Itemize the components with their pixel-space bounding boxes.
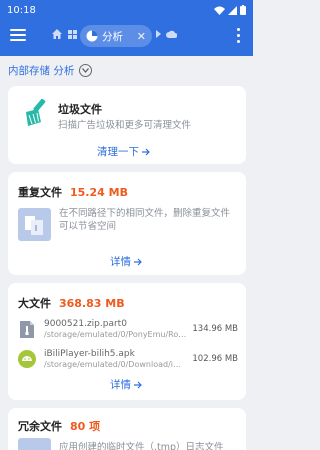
cloud-icon[interactable] <box>166 30 177 38</box>
file-size: 134.96 MB <box>192 324 238 334</box>
broom-icon <box>26 98 46 126</box>
close-icon[interactable]: ✕ <box>137 31 146 42</box>
more-vert-icon[interactable] <box>237 28 241 46</box>
file-path: /storage/emulated/0/Download/iBili... <box>44 360 187 369</box>
redundant-files-card: 冗余文件 80 项 应用创建的临时文件（.tmp）日志文件 <box>8 408 246 450</box>
status-bar: 10:18 <box>0 0 253 20</box>
redundant-files-count: 80 项 <box>70 420 101 433</box>
tab-analysis[interactable]: 分析 ✕ <box>80 25 152 47</box>
large-files-card: 大文件 368.83 MB 9000521.zip.part0 /storage… <box>8 283 246 400</box>
duplicate-files-title: 重复文件 <box>18 186 62 199</box>
clean-now-label: 清理一下 <box>97 146 139 158</box>
large-files-details-button[interactable]: 详情 <box>110 377 142 392</box>
redundant-files-description: 应用创建的临时文件（.tmp）日志文件 <box>59 442 224 450</box>
redundant-files-icon <box>18 438 51 450</box>
clean-now-button[interactable]: 清理一下 <box>97 144 150 159</box>
redundant-files-header: 冗余文件 80 项 <box>18 418 100 434</box>
tab-label: 分析 <box>102 30 123 43</box>
duplicate-files-header: 重复文件 15.24 MB <box>18 184 128 200</box>
duplicate-files-card: 重复文件 15.24 MB 在不同路径下的相同文件，删除重复文件可以节省空间 详… <box>8 172 246 275</box>
breadcrumb-trail <box>156 30 177 38</box>
large-files-header: 大文件 368.83 MB <box>18 295 125 311</box>
battery-icon <box>240 5 246 15</box>
wifi-icon <box>214 6 225 15</box>
status-time: 10:18 <box>7 4 36 16</box>
chevron-down-icon[interactable] <box>79 63 93 77</box>
junk-files-title: 垃圾文件 <box>58 103 102 116</box>
file-name: iBiliPlayer-bilih5.apk <box>44 349 135 359</box>
breadcrumb <box>52 29 77 39</box>
duplicate-files-size: 15.24 MB <box>70 186 128 199</box>
junk-files-card: 垃圾文件 扫描广告垃圾和更多可清理文件 清理一下 <box>8 86 246 164</box>
duplicate-files-icon <box>18 208 51 241</box>
list-item[interactable]: iBiliPlayer-bilih5.apk /storage/emulated… <box>18 345 238 373</box>
status-icons <box>214 5 246 15</box>
file-path: /storage/emulated/0/PonyEmu/Rom... <box>44 330 187 339</box>
junk-files-description: 扫描广告垃圾和更多可清理文件 <box>58 120 192 131</box>
duplicate-details-button[interactable]: 详情 <box>110 254 142 269</box>
grid-icon[interactable] <box>68 29 77 39</box>
list-item[interactable]: 9000521.zip.part0 /storage/emulated/0/Po… <box>18 315 238 343</box>
menu-icon[interactable] <box>10 29 26 43</box>
file-info: iBiliPlayer-bilih5.apk /storage/emulated… <box>44 349 186 369</box>
home-icon[interactable] <box>52 29 62 39</box>
signal-icon <box>228 5 237 15</box>
storage-location-selector[interactable]: 内部存储 分析 <box>8 62 93 78</box>
location-label: 内部存储 分析 <box>8 64 75 77</box>
archive-file-icon <box>18 320 36 338</box>
file-name: 9000521.zip.part0 <box>44 319 127 329</box>
app-bar: 10:18 分析 ✕ <box>0 0 253 56</box>
large-files-title: 大文件 <box>18 297 51 310</box>
arrow-right-icon <box>134 258 142 265</box>
large-files-details-label: 详情 <box>110 379 131 391</box>
chevron-right-icon <box>156 30 161 38</box>
file-info: 9000521.zip.part0 /storage/emulated/0/Po… <box>44 319 186 339</box>
toolbar: 分析 ✕ <box>0 20 253 54</box>
arrow-right-icon <box>142 148 150 155</box>
duplicate-details-label: 详情 <box>110 256 131 268</box>
pie-chart-icon <box>86 30 98 42</box>
android-apk-icon <box>18 350 36 368</box>
arrow-right-icon <box>134 381 142 388</box>
duplicate-files-description: 在不同路径下的相同文件，删除重复文件可以节省空间 <box>59 208 231 232</box>
file-size: 102.96 MB <box>192 354 238 364</box>
large-files-size: 368.83 MB <box>59 297 125 310</box>
redundant-files-title: 冗余文件 <box>18 420 62 433</box>
